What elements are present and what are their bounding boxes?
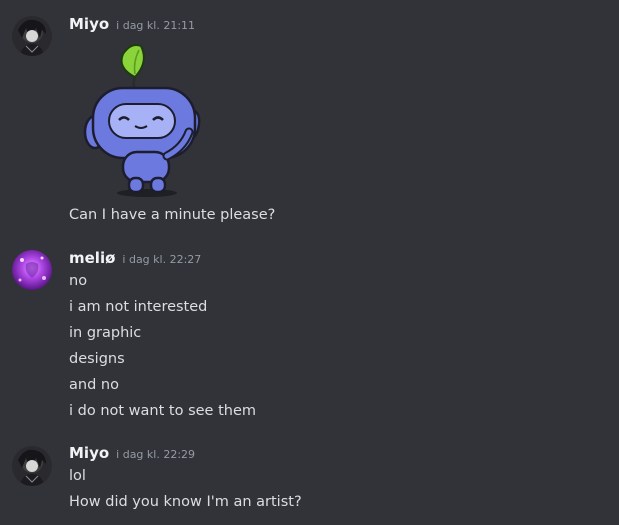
- message-text: designs: [69, 351, 125, 367]
- message-text: in graphic: [69, 325, 142, 341]
- message-text: How did you know I'm an artist?: [69, 494, 302, 510]
- message-group-miyo-2: Miyo i dag kl. 22:29 lol How did you kno…: [0, 430, 619, 525]
- username[interactable]: meliø: [69, 249, 115, 267]
- message-text: i do not want to see them: [69, 403, 256, 419]
- avatar-miyo[interactable]: [12, 446, 52, 486]
- username[interactable]: Miyo: [69, 15, 109, 33]
- message-text: i am not interested: [69, 299, 208, 315]
- message-text: and no: [69, 377, 119, 393]
- message-text: no: [69, 273, 88, 289]
- message-group-melio: meliø i dag kl. 22:27 no i am not intere…: [0, 235, 619, 425]
- message-text: lol: [69, 468, 86, 484]
- timestamp[interactable]: i dag kl. 22:29: [116, 448, 195, 461]
- timestamp[interactable]: i dag kl. 21:11: [116, 19, 195, 32]
- timestamp[interactable]: i dag kl. 22:27: [122, 253, 201, 266]
- message-header: Miyo i dag kl. 21:11: [69, 15, 195, 37]
- message-header: meliø i dag kl. 22:27: [69, 249, 201, 271]
- avatar-melio[interactable]: [12, 250, 52, 290]
- avatar-miyo[interactable]: [12, 16, 52, 56]
- username[interactable]: Miyo: [69, 444, 109, 462]
- wumpus-icon: [83, 44, 201, 197]
- message-header: Miyo i dag kl. 22:29: [69, 444, 195, 466]
- wumpus-leaf-sticker[interactable]: [79, 44, 209, 199]
- message-text: Can I have a minute please?: [69, 207, 276, 223]
- message-group-miyo-1: Miyo i dag kl. 21:11 Can I have a minute…: [0, 0, 619, 235]
